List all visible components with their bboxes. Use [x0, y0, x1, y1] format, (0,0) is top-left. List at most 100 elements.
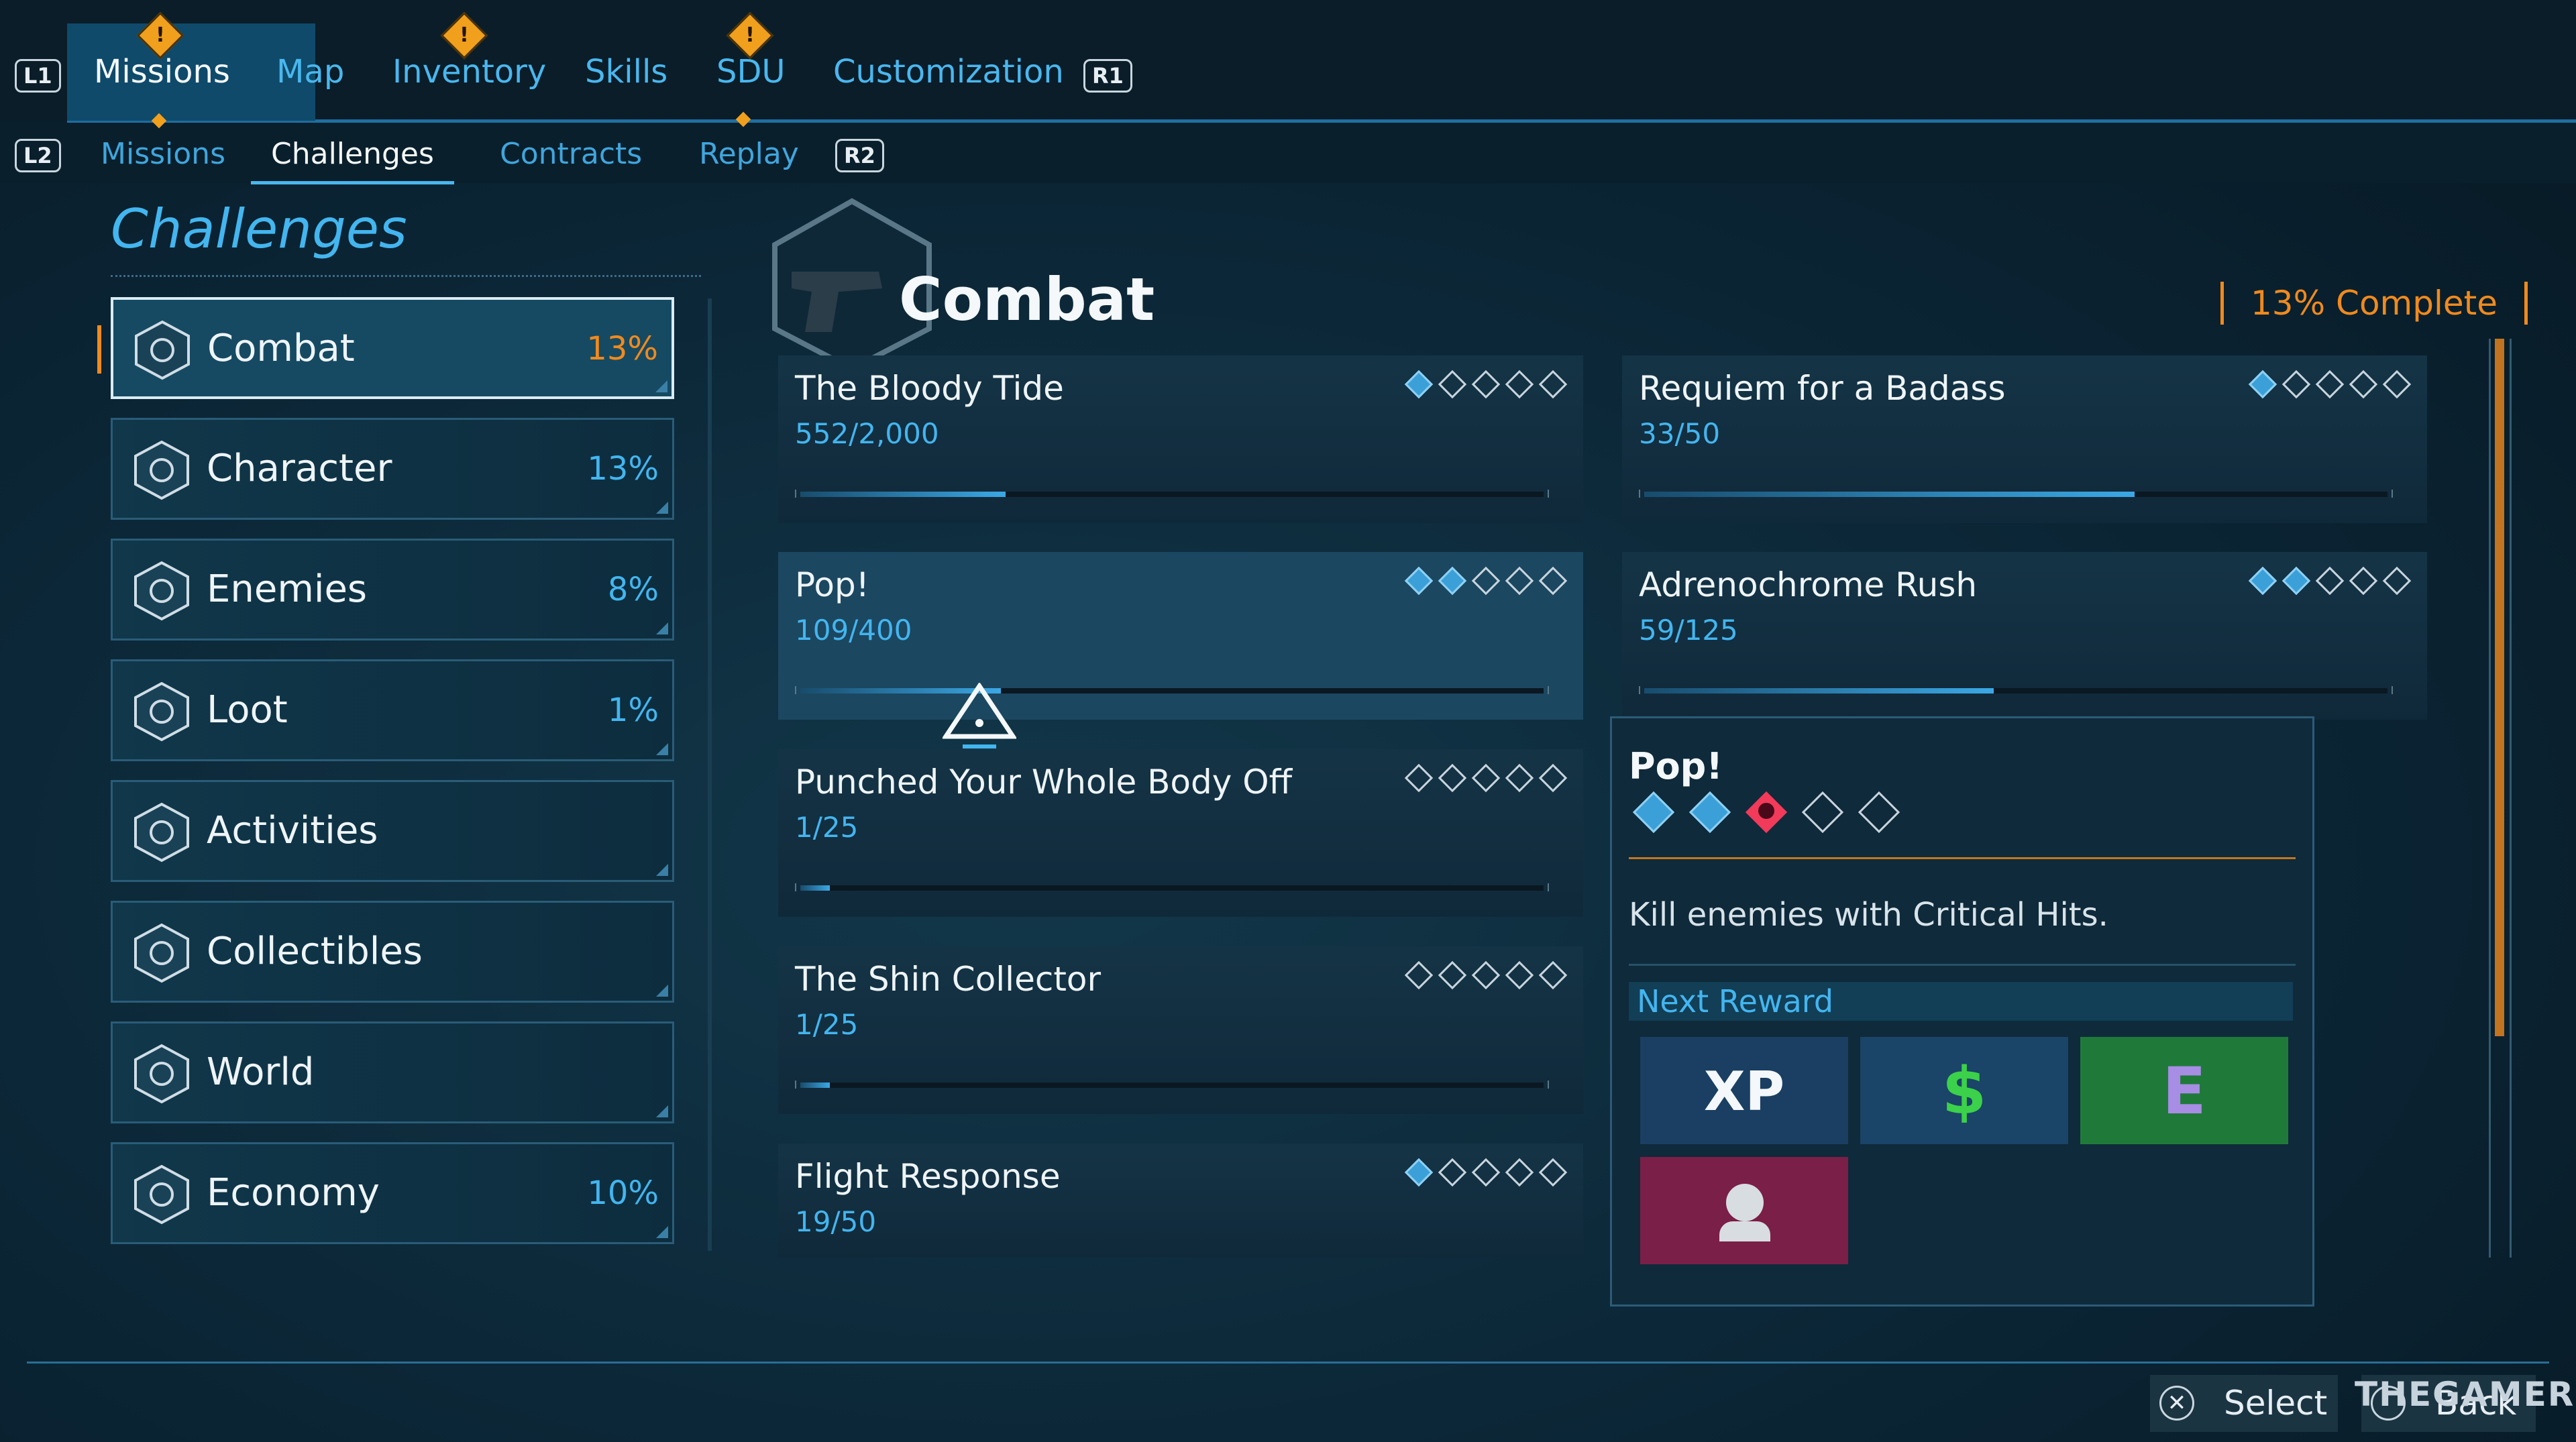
challenges-scrollbar[interactable]: [2489, 339, 2512, 1258]
cash-reward-icon: $: [1860, 1037, 2068, 1144]
tier-diamond: [2315, 370, 2345, 399]
subtab-challenges[interactable]: Challenges: [251, 127, 454, 184]
skull-reward-icon: [1640, 1157, 1848, 1264]
character-icon: [134, 440, 189, 500]
world-icon: [134, 1044, 189, 1104]
tier-diamond: [2382, 566, 2412, 596]
corner-mark: [656, 1226, 668, 1238]
next-reward-label: Next Reward: [1637, 983, 1834, 1019]
progress-bar: [1639, 490, 2393, 498]
category-label: Economy: [207, 1171, 380, 1215]
challenge-name: The Shin Collector: [795, 960, 1102, 999]
challenge-progress: 19/50: [795, 1205, 877, 1238]
tier-diamonds: [1404, 566, 1568, 596]
challenge-name: Flight Response: [795, 1157, 1061, 1196]
enemy-icon: [134, 561, 189, 621]
tier-diamond: [1438, 960, 1467, 990]
r2-label: R2: [835, 139, 884, 172]
collectibles-icon: [134, 923, 189, 983]
tier-diamond: [1471, 1158, 1501, 1187]
corner-mark: [656, 1105, 668, 1117]
subtab-contracts[interactable]: Contracts: [480, 127, 662, 181]
tier-diamonds: [1404, 763, 1568, 793]
progress-bar-track: [800, 885, 1544, 891]
r2-button[interactable]: R2: [835, 139, 884, 172]
tab-map-label: Map: [276, 53, 345, 91]
tab-skills[interactable]: Skills: [558, 23, 694, 121]
tier-diamonds: [2248, 370, 2412, 399]
xp-reward-icon: XP: [1640, 1037, 1848, 1144]
category-percent: 1%: [607, 691, 659, 729]
category-enemies[interactable]: Enemies 8%: [111, 539, 674, 641]
category-scrollbar[interactable]: [708, 298, 712, 1251]
tier-diamond: [1505, 763, 1534, 793]
tier-diamond: [1438, 763, 1467, 793]
l2-button[interactable]: L2: [15, 139, 61, 172]
category-economy[interactable]: Economy 10%: [111, 1142, 674, 1244]
corner-mark: [656, 622, 668, 634]
r1-button[interactable]: R1: [1083, 59, 1132, 93]
tier-diamond: [1505, 1158, 1534, 1187]
progress-bar-fill: [800, 885, 830, 891]
scrollbar-thumb[interactable]: [2495, 339, 2504, 1036]
tab-map[interactable]: Map: [250, 23, 371, 121]
loot-icon: [134, 681, 189, 742]
category-label: Character: [207, 447, 392, 490]
tier-diamonds: [1404, 1158, 1568, 1187]
challenge-card[interactable]: The Shin Collector 1/25: [778, 946, 1583, 1114]
select-button[interactable]: ✕ Select: [2150, 1375, 2338, 1432]
challenge-tooltip: Pop! Kill enemies with Critical Hits. Ne…: [1610, 716, 2314, 1307]
select-label: Select: [2224, 1384, 2328, 1423]
completion-status: 13% Complete: [2220, 282, 2528, 325]
subtab-replay[interactable]: Replay: [679, 127, 819, 181]
challenge-card[interactable]: Punched Your Whole Body Off 1/25: [778, 749, 1583, 917]
tier-diamond: [2349, 370, 2378, 399]
category-loot[interactable]: Loot 1%: [111, 659, 674, 761]
tab-customization[interactable]: Customization: [806, 23, 1091, 121]
tier-diamond: [1801, 791, 1844, 834]
challenge-progress: 1/25: [795, 1008, 859, 1041]
tier-diamond: [2282, 370, 2311, 399]
category-activities[interactable]: Activities: [111, 780, 674, 882]
tier-diamond: [1538, 1158, 1568, 1187]
tier-diamond: [2315, 566, 2345, 596]
progress-bar: [795, 686, 1549, 694]
challenge-card[interactable]: Flight Response 19/50: [778, 1144, 1583, 1258]
progress-bar-track: [800, 1083, 1544, 1088]
tier-diamond: [2248, 566, 2277, 596]
next-reward-header: Next Reward: [1629, 982, 2293, 1021]
tier-diamond: [1471, 960, 1501, 990]
section-title: Challenges: [111, 198, 407, 260]
gun-icon: [135, 320, 190, 380]
tab-missions-label: Missions: [94, 53, 230, 91]
tier-diamond: [1505, 566, 1534, 596]
challenge-card[interactable]: Adrenochrome Rush 59/125: [1622, 552, 2427, 720]
progress-bar: [1639, 686, 2393, 694]
challenge-progress: 59/125: [1639, 614, 1738, 647]
category-collectibles[interactable]: Collectibles: [111, 901, 674, 1003]
corner-mark: [656, 743, 668, 755]
tier-diamond: [2382, 370, 2412, 399]
challenge-card[interactable]: The Bloody Tide 552/2,000: [778, 355, 1583, 523]
subtab-missions[interactable]: Missions: [80, 127, 246, 181]
tier-diamond: [1538, 566, 1568, 596]
category-percent: 13%: [586, 330, 658, 368]
challenge-card[interactable]: Pop! 109/400: [778, 552, 1583, 720]
tier-diamond: [1404, 370, 1434, 399]
tier-diamonds: [1404, 960, 1568, 990]
corner-mark: [656, 502, 668, 514]
category-combat[interactable]: Combat 13%: [111, 297, 674, 399]
tab-skills-label: Skills: [585, 53, 668, 91]
category-character[interactable]: Character 13%: [111, 418, 674, 520]
footer-divider: [27, 1362, 2549, 1364]
tier-diamond: [1538, 763, 1568, 793]
tier-diamond: [1404, 1158, 1434, 1187]
challenge-card[interactable]: Requiem for a Badass 33/50: [1622, 355, 2427, 523]
activities-icon: [134, 802, 189, 863]
l1-button[interactable]: L1: [15, 59, 61, 93]
tier-diamond: [2248, 370, 2277, 399]
money-bag-icon: [134, 1164, 189, 1225]
category-label: Enemies: [207, 567, 368, 611]
category-world[interactable]: World: [111, 1021, 674, 1123]
tier-diamond: [2349, 566, 2378, 596]
